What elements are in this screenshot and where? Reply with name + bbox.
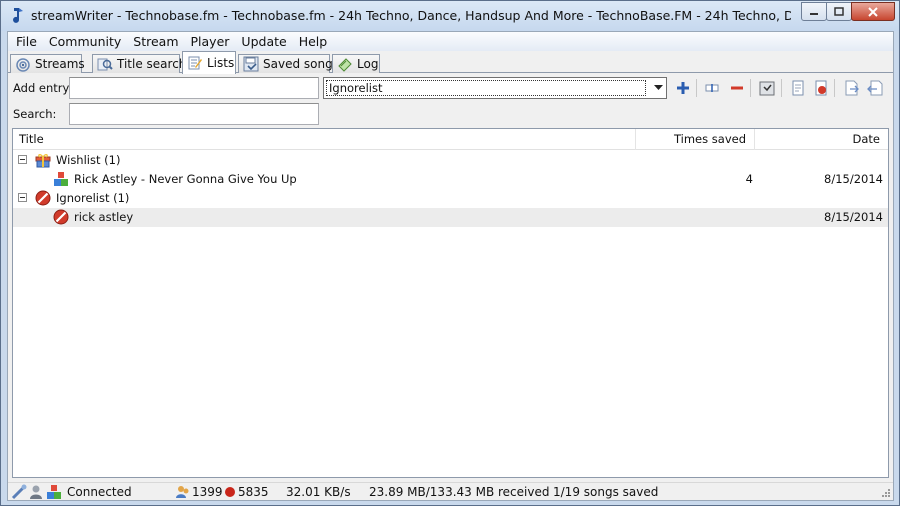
recordings-count: 5835 — [238, 485, 269, 499]
item-date: 8/15/2014 — [824, 172, 883, 186]
export-file-button[interactable] — [866, 79, 884, 97]
export-button[interactable] — [789, 79, 807, 97]
list-select[interactable]: Ignorelist — [323, 77, 667, 99]
status-bar: Connected 1399 5835 32.01 KB/s 23.89 MB/… — [8, 482, 893, 500]
user-icon — [30, 485, 42, 499]
streams-icon — [16, 58, 30, 72]
music-note-icon — [13, 8, 23, 23]
toolbar-separator — [834, 79, 835, 97]
export-file-icon — [867, 80, 883, 96]
menu-bar: File Community Stream Player Update Help — [8, 32, 893, 51]
clear-button[interactable] — [812, 79, 830, 97]
search-input[interactable] — [69, 103, 319, 125]
tab-bar: Streams Title search Lists Saved songs L… — [8, 51, 893, 74]
saved-songs-icon — [243, 56, 259, 72]
item-date: 8/15/2014 — [824, 210, 883, 224]
blocks-icon — [47, 485, 61, 499]
title-search-icon — [97, 58, 113, 71]
import-file-icon — [845, 80, 859, 96]
songs-saved: 1/19 songs saved — [553, 485, 659, 499]
title-bar[interactable]: streamWriter - Technobase.fm - Technobas… — [1, 1, 899, 31]
close-button[interactable] — [851, 2, 895, 21]
import-button[interactable] — [758, 79, 776, 97]
tab-streams-label: Streams — [35, 57, 85, 71]
rename-button[interactable] — [703, 79, 721, 97]
menu-stream[interactable]: Stream — [127, 32, 184, 51]
connection-status: Connected — [67, 485, 132, 499]
export-icon — [792, 80, 804, 96]
add-entry-label: Add entry: — [13, 81, 73, 95]
minimize-icon — [810, 12, 818, 15]
menu-player[interactable]: Player — [185, 32, 236, 51]
list-item[interactable]: rick astley 8/15/2014 — [13, 208, 888, 227]
remove-icon — [731, 86, 743, 90]
menu-help[interactable]: Help — [293, 32, 334, 51]
toolbar-separator — [781, 79, 782, 97]
connection-icon — [11, 484, 27, 500]
lists-panel: Add entry: Ignorelist Search: Title Time… — [8, 73, 893, 482]
ban-icon — [53, 209, 69, 225]
column-title[interactable]: Title — [13, 129, 636, 150]
gift-icon — [35, 154, 51, 168]
ban-icon — [35, 190, 51, 206]
window-title: streamWriter - Technobase.fm - Technobas… — [31, 8, 791, 23]
app-window: streamWriter - Technobase.fm - Technobas… — [0, 0, 900, 506]
tab-streams[interactable]: Streams — [10, 54, 85, 73]
tab-log[interactable]: Log — [332, 54, 380, 73]
toolbar-separator — [750, 79, 751, 97]
users-count: 1399 — [192, 485, 223, 499]
group-row-wishlist[interactable]: Wishlist (1) — [13, 151, 888, 170]
group-label: Ignorelist (1) — [56, 191, 130, 205]
tab-lists-label: Lists — [207, 56, 235, 70]
item-title: rick astley — [74, 210, 134, 224]
tab-lists[interactable]: Lists — [182, 51, 236, 74]
collapse-toggle[interactable] — [18, 155, 27, 164]
tab-saved-songs-label: Saved songs — [263, 57, 339, 71]
add-entry-input[interactable] — [69, 77, 319, 99]
grid-header: Title Times saved Date — [13, 129, 888, 150]
import-file-button[interactable] — [843, 79, 861, 97]
record-icon — [225, 487, 235, 497]
log-icon — [338, 58, 352, 72]
lists-icon — [188, 56, 202, 70]
search-label: Search: — [13, 107, 57, 121]
minimize-button[interactable] — [801, 2, 827, 21]
group-row-ignorelist[interactable]: Ignorelist (1) — [13, 189, 888, 208]
column-times-saved[interactable]: Times saved — [636, 129, 755, 150]
add-icon — [677, 82, 689, 94]
client-area: File Community Stream Player Update Help… — [7, 31, 894, 501]
group-label: Wishlist (1) — [56, 153, 121, 167]
maximize-icon — [834, 6, 844, 16]
toolbar-separator — [696, 79, 697, 97]
tab-log-label: Log — [357, 57, 379, 71]
received-amount: 23.89 MB/133.43 MB received — [369, 485, 550, 499]
close-icon — [868, 6, 878, 17]
rename-icon — [705, 84, 719, 92]
collapse-toggle[interactable] — [18, 193, 27, 202]
maximize-button[interactable] — [826, 2, 852, 21]
remove-button[interactable] — [728, 79, 746, 97]
item-title: Rick Astley - Never Gonna Give You Up — [74, 172, 297, 186]
column-date[interactable]: Date — [755, 129, 888, 150]
menu-update[interactable]: Update — [235, 32, 292, 51]
list-select-value: Ignorelist — [326, 80, 646, 96]
menu-community[interactable]: Community — [43, 32, 127, 51]
transfer-speed: 32.01 KB/s — [286, 485, 351, 499]
item-times-saved: 4 — [745, 172, 753, 186]
tab-saved-songs[interactable]: Saved songs — [238, 54, 339, 73]
add-button[interactable] — [674, 79, 692, 97]
import-icon — [759, 81, 775, 96]
users-icon — [176, 486, 189, 498]
menu-file[interactable]: File — [10, 32, 43, 51]
clear-icon — [815, 80, 827, 96]
tab-title-search[interactable]: Title search — [92, 54, 186, 73]
list-item[interactable]: Rick Astley - Never Gonna Give You Up 4 … — [13, 170, 888, 189]
blocks-icon — [54, 172, 68, 186]
chevron-down-icon — [654, 85, 663, 90]
tab-title-search-label: Title search — [117, 57, 187, 71]
resize-grip-icon[interactable] — [881, 488, 891, 498]
lists-grid[interactable]: Title Times saved Date Wishlist (1) Rick… — [12, 128, 889, 478]
